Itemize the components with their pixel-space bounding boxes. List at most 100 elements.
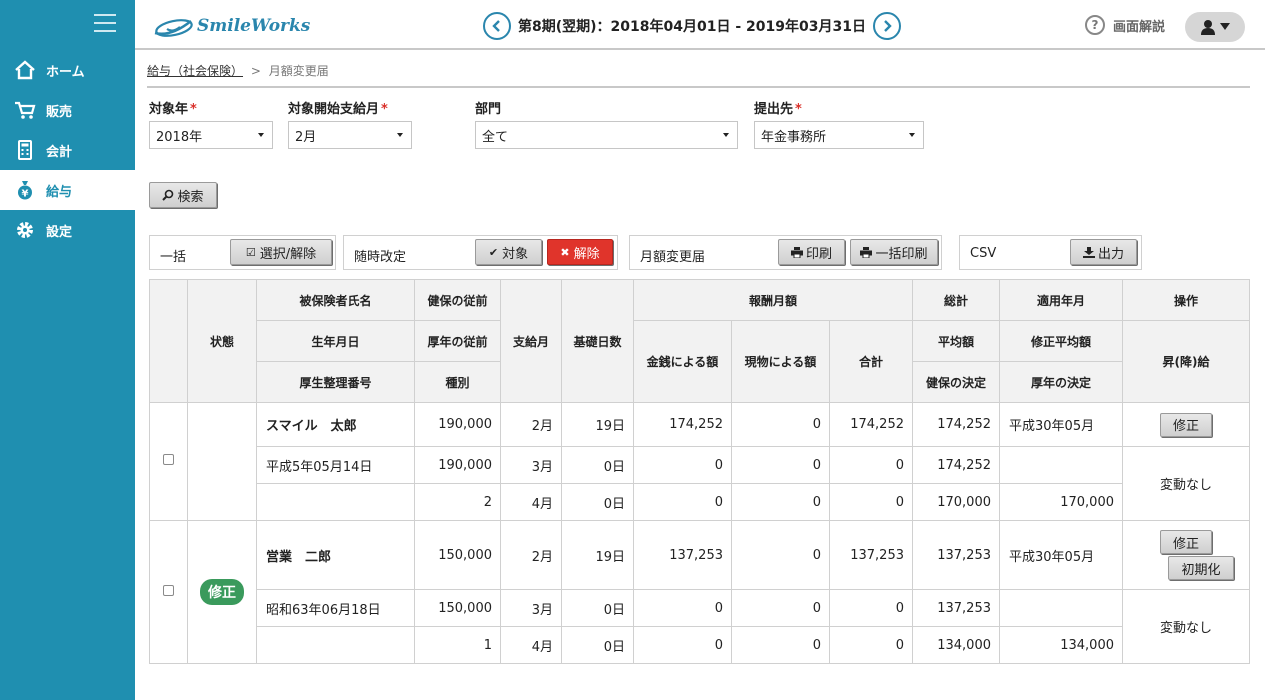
breadcrumb-separator: > [250, 64, 261, 78]
sidebar-item-label: 給与 [46, 184, 73, 200]
revision-panel: 随時改定 ✔ 対象 ✖ 解除 [343, 235, 618, 270]
table-row: スマイル 太郎 190,000 2月 19日 174,252 0 174,252… [149, 402, 1250, 521]
sum-amount: 137,253 [912, 589, 1000, 627]
row-checkbox-cell [149, 402, 188, 521]
revised-average [999, 446, 1123, 484]
kosei-previous: 190,000 [414, 446, 501, 484]
department-select-value: 全て [482, 129, 509, 145]
inkind-amount: 0 [731, 520, 830, 590]
total-amount: 0 [829, 626, 913, 664]
form-label: 月額変更届 [640, 250, 706, 265]
edit-button[interactable]: 修正 [1159, 530, 1212, 554]
pay-month: 2月 [500, 402, 562, 447]
sidebar-item-sales[interactable]: 販売 [0, 90, 135, 130]
year-select-value: 2018年 [156, 129, 203, 145]
raise-status: 変動なし [1122, 446, 1250, 521]
top-bar: SmileWorks 第8期(翌期)：2018年04月01日 - 2019年03… [135, 0, 1265, 50]
sidebar-item-home[interactable]: ホーム [0, 50, 135, 90]
inkind-amount: 0 [731, 626, 830, 664]
inkind-amount: 0 [731, 589, 830, 627]
header-kind: 種別 [414, 361, 501, 403]
destination-label: 提出先 * [754, 98, 802, 117]
insurance-kind: 2 [414, 483, 501, 521]
bulk-print-button[interactable]: 一括印刷 [850, 239, 938, 265]
search-button[interactable]: 検索 [149, 182, 217, 208]
year-select[interactable]: 2018年 [149, 121, 273, 149]
header-average: 平均額 [912, 320, 1000, 362]
header-number: 厚生整理番号 [256, 361, 415, 403]
header-revised-average: 修正平均額 [999, 320, 1123, 362]
cash-amount: 0 [633, 446, 732, 484]
pay-month: 4月 [500, 483, 562, 521]
cash-amount: 137,253 [633, 520, 732, 590]
raise-status: 変動なし [1122, 589, 1250, 664]
header-cash: 金銭による額 [633, 320, 732, 403]
header-base-days: 基礎日数 [561, 279, 634, 403]
required-mark: * [381, 102, 388, 117]
inkind-amount: 0 [731, 402, 830, 447]
header-raise: 昇(降)給 [1122, 320, 1250, 403]
breadcrumb-current: 月額変更届 [268, 64, 329, 78]
table-row: 1 4月 0日 0 0 0 134,000 134,000 [150, 626, 1250, 664]
sidebar-item-settings[interactable]: 設定 [0, 210, 135, 250]
reset-button[interactable]: 初期化 [1168, 556, 1234, 580]
header-kosei-decision: 厚年の決定 [999, 361, 1123, 403]
sidebar-item-accounting[interactable]: 会計 [0, 130, 135, 170]
print-button[interactable]: 印刷 [778, 239, 845, 265]
start-month-select[interactable]: 2月 [288, 121, 412, 149]
next-period-button[interactable] [872, 12, 901, 40]
total-amount: 0 [829, 446, 913, 484]
question-icon: ? [1085, 15, 1105, 35]
user-menu-button[interactable] [1185, 12, 1245, 42]
remuneration-table: 状態 被保険者氏名 健保の従前 支給月 基礎日数 報酬月額 総計 適用年月 操作… [149, 279, 1250, 664]
base-days: 0日 [561, 589, 634, 627]
help-label: 画面解説 [1113, 19, 1166, 35]
user-icon [1201, 20, 1215, 35]
sidebar-item-label: 設定 [46, 224, 73, 240]
divider [147, 86, 1250, 88]
bulk-panel: 一括 ☑ 選択/解除 [149, 235, 336, 270]
destination-select-value: 年金事務所 [761, 129, 827, 145]
hamburger-menu-icon[interactable] [94, 14, 116, 32]
sidebar-item-label: ホーム [46, 64, 85, 80]
header-inkind: 現物による額 [731, 320, 830, 403]
department-label: 部門 [475, 98, 501, 117]
inkind-amount: 0 [731, 483, 830, 521]
start-month-select-value: 2月 [295, 129, 317, 145]
caret-down-icon [1220, 23, 1230, 30]
printer-icon [860, 246, 873, 258]
cash-amount: 0 [633, 483, 732, 521]
department-select[interactable]: 全て [475, 121, 738, 149]
base-days: 0日 [561, 483, 634, 521]
row-checkbox[interactable] [163, 584, 174, 596]
breadcrumb-link-payroll[interactable]: 給与（社会保険） [147, 64, 243, 78]
sidebar-item-payroll[interactable]: ¥ 給与 [0, 170, 135, 210]
csv-output-label: 出力 [1097, 246, 1124, 262]
edit-button[interactable]: 修正 [1159, 412, 1212, 437]
prev-period-button[interactable] [483, 12, 511, 40]
help-link[interactable]: ? 画面解説 [1085, 15, 1165, 35]
select-toggle-label: 選択/解除 [259, 246, 317, 262]
pay-month: 2月 [500, 520, 562, 590]
csv-output-button[interactable]: 出力 [1070, 239, 1137, 265]
kosei-decision: 170,000 [999, 483, 1123, 521]
home-icon [15, 60, 35, 80]
select-toggle-button[interactable]: ☑ 選択/解除 [230, 239, 332, 265]
cancel-target-button[interactable]: ✖ 解除 [547, 239, 613, 265]
destination-select[interactable]: 年金事務所 [754, 121, 924, 149]
header-checkbox-column [149, 279, 188, 403]
table-row: 昭和63年06月18日 150,000 3月 0日 0 0 0 137,253 … [150, 589, 1250, 664]
total-amount: 174,252 [829, 402, 913, 447]
calculator-icon [18, 140, 32, 160]
target-button[interactable]: ✔ 対象 [475, 239, 542, 265]
bulk-print-button-label: 一括印刷 [875, 246, 928, 262]
sidebar-item-label: 販売 [46, 104, 73, 120]
start-month-label-text: 対象開始支給月 [288, 102, 380, 117]
header-apply-month: 適用年月 [999, 279, 1123, 321]
logo[interactable]: SmileWorks [153, 12, 313, 40]
sidebar: ホーム 販売 会計 ¥ 給与 設定 [0, 0, 135, 700]
kenpo-decision: 170,000 [912, 483, 1000, 521]
row-checkbox[interactable] [163, 454, 174, 465]
download-icon [1082, 246, 1095, 258]
required-mark: * [190, 102, 197, 117]
